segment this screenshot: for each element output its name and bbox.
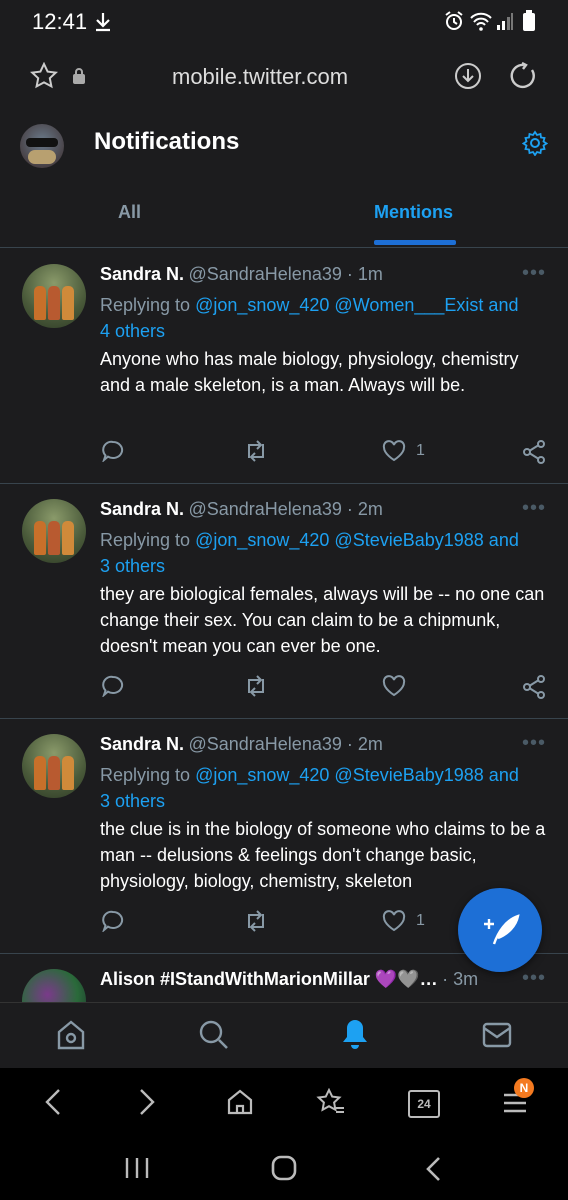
reply-button[interactable] [102, 675, 124, 697]
retweet-icon [248, 910, 264, 932]
reply-icon [102, 440, 124, 462]
mention-others[interactable]: 3 others [100, 556, 165, 576]
bookmarks-star-icon[interactable] [316, 1088, 346, 1116]
replying-to: Replying to @jon_snow_420 @StevieBaby198… [100, 765, 519, 811]
like-button[interactable] [382, 675, 416, 697]
share-button[interactable] [522, 440, 546, 464]
mention-links[interactable]: @jon_snow_420 @Women___Exist and [195, 295, 518, 315]
system-navigation-bar [0, 1134, 568, 1200]
battery-icon [523, 10, 535, 31]
tweet-text: Anyone who has male biology, physiology,… [100, 349, 519, 395]
retweet-button[interactable] [244, 910, 268, 932]
notifications-bell-icon[interactable] [340, 1017, 370, 1051]
reply-button[interactable] [102, 440, 124, 462]
mention-others[interactable]: 4 others [100, 321, 165, 341]
share-button[interactable] [522, 675, 546, 699]
share-icon [523, 675, 545, 699]
tweet-author-name[interactable]: Sandra N. [100, 264, 184, 284]
tweet-text: they are biological females, always will… [100, 584, 545, 656]
replying-to: Replying to @jon_snow_420 @Women___Exist… [100, 295, 519, 341]
retweet-button[interactable] [244, 440, 268, 462]
more-options-icon[interactable]: ••• [522, 262, 546, 285]
download-page-icon[interactable] [454, 62, 482, 90]
system-home-icon[interactable] [270, 1154, 298, 1182]
reply-icon [102, 910, 124, 932]
alarm-icon [445, 11, 463, 30]
heart-icon [382, 675, 406, 697]
home-icon[interactable] [56, 1019, 86, 1051]
tweet-author-name[interactable]: Alison #IStandWithMarionMillar 💜🩶… [100, 969, 438, 989]
reply-button[interactable] [102, 910, 124, 932]
tweet-author-name[interactable]: Sandra N. [100, 499, 184, 519]
profile-avatar[interactable] [20, 124, 64, 168]
tweet-author-handle[interactable]: @SandraHelena39 · 2m [188, 734, 382, 754]
tweet-author-name[interactable]: Sandra N. [100, 734, 184, 754]
like-count: 1 [416, 912, 425, 929]
notifications-header: Notifications All Mentions [0, 108, 568, 248]
wifi-icon [470, 12, 492, 31]
like-button[interactable]: 1 [382, 910, 425, 932]
avatar[interactable] [22, 264, 86, 328]
signal-icon [497, 13, 513, 30]
avatar[interactable] [22, 499, 86, 563]
tweet-text: the clue is in the biology of someone wh… [100, 819, 546, 891]
heart-icon [382, 910, 406, 932]
system-back-icon[interactable] [424, 1156, 442, 1182]
retweet-icon [248, 440, 264, 462]
bottom-navigation [0, 1002, 568, 1069]
more-options-icon[interactable]: ••• [522, 732, 546, 755]
like-button[interactable]: 1 [382, 440, 425, 462]
compose-tweet-button[interactable] [458, 888, 542, 972]
tab-active-indicator [374, 240, 456, 245]
page-title: Notifications [94, 128, 240, 155]
back-arrow-icon[interactable] [44, 1088, 62, 1116]
tab-all[interactable]: All [118, 202, 141, 223]
mention-links[interactable]: @jon_snow_420 @StevieBaby1988 and [195, 765, 519, 785]
tweet[interactable]: Sandra N. @SandraHelena39 · 1m ••• Reply… [0, 248, 568, 484]
tweet-actions [100, 675, 550, 705]
tweet[interactable]: Sandra N. @SandraHelena39 · 2m ••• Reply… [0, 483, 568, 719]
recent-apps-icon[interactable] [124, 1156, 150, 1180]
url-text[interactable]: mobile.twitter.com [172, 64, 348, 90]
settings-gear-icon[interactable] [522, 130, 548, 156]
retweet-icon [248, 675, 264, 697]
star-icon[interactable] [30, 62, 58, 90]
heart-icon [382, 440, 406, 462]
compose-feather-icon [484, 914, 520, 945]
status-time: 12:41 [32, 9, 88, 34]
browser-toolbar: 24 N [0, 1068, 568, 1134]
forward-arrow-icon[interactable] [138, 1088, 156, 1116]
download-icon [96, 13, 110, 32]
status-bar: 12:41 [0, 0, 568, 44]
tweet-author-handle[interactable]: @SandraHelena39 · 1m [188, 264, 382, 284]
avatar[interactable] [22, 969, 86, 1002]
reply-icon [102, 675, 124, 697]
lock-icon [73, 68, 85, 84]
like-count: 1 [416, 442, 425, 459]
messages-mail-icon[interactable] [482, 1021, 512, 1049]
more-options-icon[interactable]: ••• [522, 497, 546, 520]
mentions-feed: Sandra N. @SandraHelena39 · 1m ••• Reply… [0, 248, 568, 1002]
more-options-icon[interactable]: ••• [522, 967, 546, 990]
share-icon [523, 440, 545, 464]
tweet-author-handle[interactable]: @SandraHelena39 · 2m [188, 499, 382, 519]
tab-mentions[interactable]: Mentions [374, 202, 453, 223]
tweet-actions: 1 [100, 440, 550, 470]
tabs-count-button[interactable]: 24 [408, 1090, 440, 1118]
search-icon[interactable] [198, 1019, 230, 1051]
mention-links[interactable]: @jon_snow_420 @StevieBaby1988 and [195, 530, 519, 550]
mention-others[interactable]: 3 others [100, 791, 165, 811]
browser-home-icon[interactable] [226, 1088, 254, 1116]
replying-to: Replying to @jon_snow_420 @StevieBaby198… [100, 530, 519, 576]
browser-url-bar: mobile.twitter.com [0, 44, 568, 109]
reload-icon[interactable] [510, 62, 538, 90]
menu-badge: N [514, 1078, 534, 1098]
avatar[interactable] [22, 734, 86, 798]
retweet-button[interactable] [244, 675, 268, 697]
tweet-author-handle[interactable]: · 3m [442, 969, 478, 989]
